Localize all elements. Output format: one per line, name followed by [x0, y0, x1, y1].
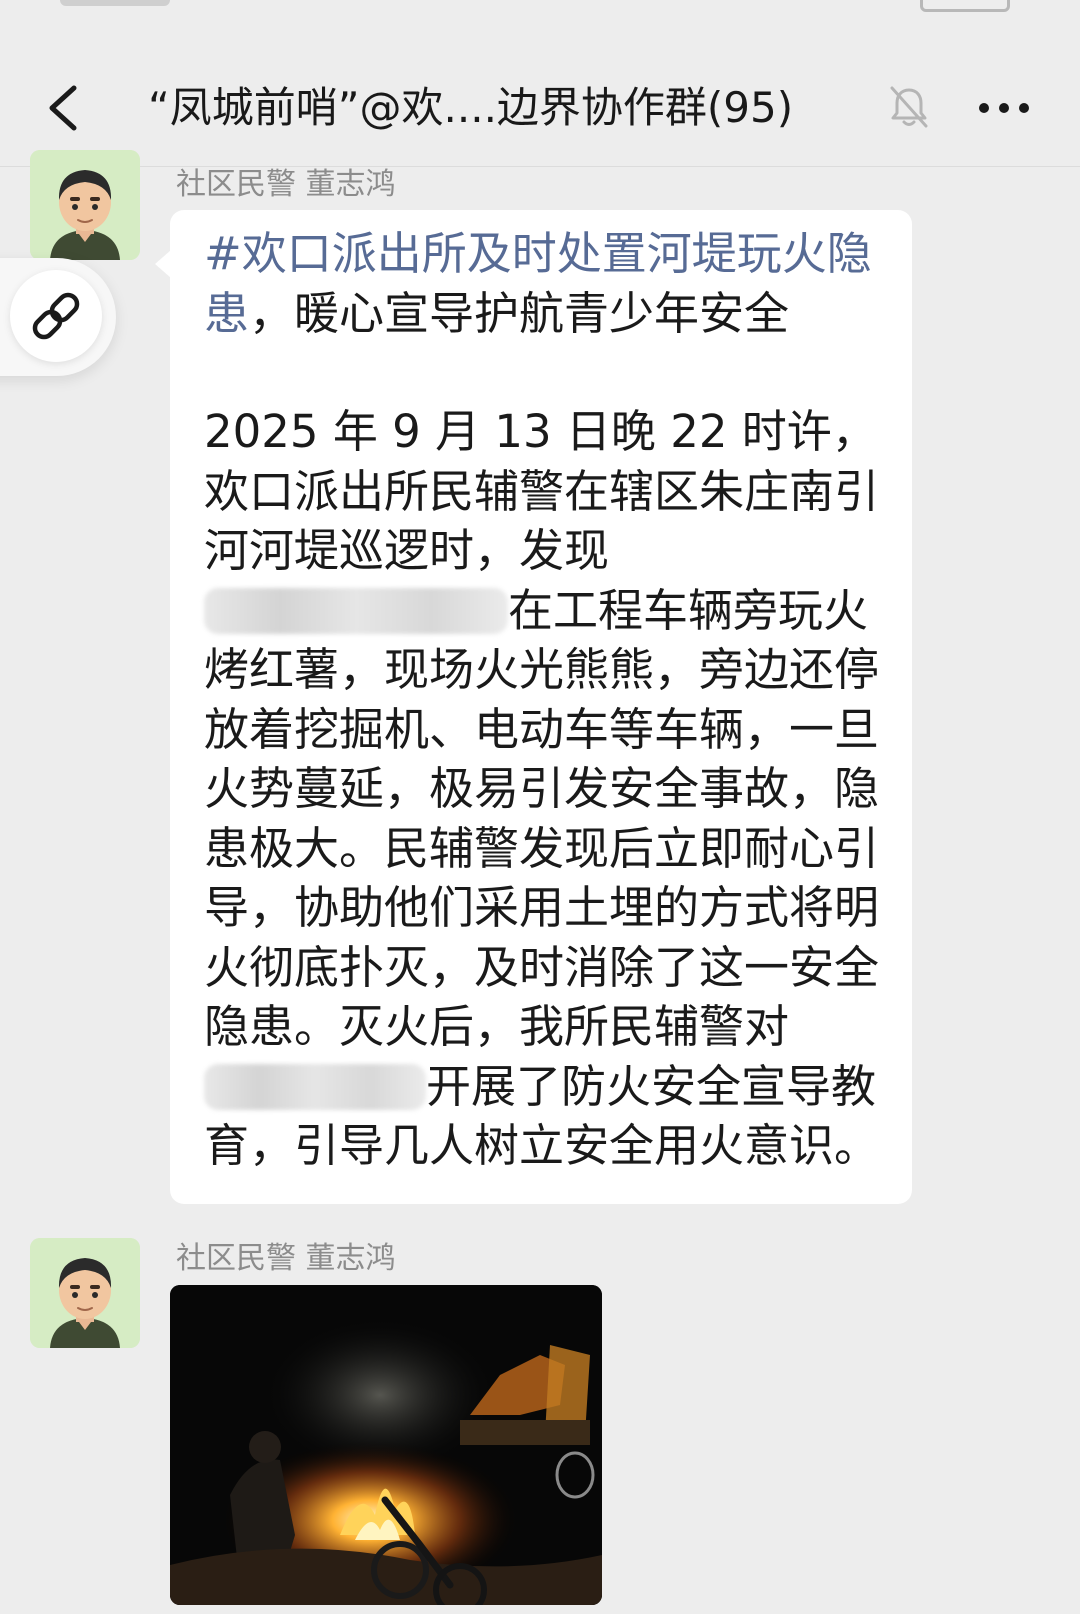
chat-header: “凤城前哨”@欢....边界协作群(95) [0, 62, 1080, 154]
avatar[interactable] [30, 150, 140, 260]
chat-title: “凤城前哨”@欢....边界协作群(95) [148, 83, 794, 132]
sender-name: 社区民警 董志鸿 [176, 167, 396, 202]
police-avatar-icon [30, 150, 140, 260]
battery-icon [920, 0, 1010, 12]
status-bar [0, 0, 1080, 12]
message-bubble[interactable]: #欢口派出所及时处置河堤玩火隐患，暖心宣导护航青少年安全 2025 年 9 月 … [155, 210, 912, 1204]
bell-off-icon [884, 82, 934, 132]
link-icon[interactable] [10, 270, 102, 362]
night-fire-photo [170, 1285, 602, 1605]
blurred-redaction [204, 1063, 426, 1110]
chevron-left-icon[interactable] [40, 80, 96, 136]
police-avatar-icon [30, 1238, 140, 1348]
header-divider [0, 166, 1080, 167]
message-image[interactable] [170, 1285, 602, 1605]
avatar[interactable] [30, 1238, 140, 1348]
message-body-part-1: 2025 年 9 月 13 日晚 22 时许，欢口派出所民辅警在辖区朱庄南引河河… [204, 405, 880, 577]
message-body-part-2: 在工程车辆旁玩火烤红薯，现场火光熊熊，旁边还停放着挖掘机、电动车等车辆，一旦火势… [204, 583, 880, 1054]
sender-name: 社区民警 董志鸿 [176, 1241, 396, 1276]
topic-title-rest: ，暖心宣导护航青少年安全 [249, 286, 790, 340]
blurred-redaction [204, 587, 508, 634]
ellipsis-icon[interactable] [974, 80, 1034, 136]
message-text: #欢口派出所及时处置河堤玩火隐患，暖心宣导护航青少年安全 2025 年 9 月 … [204, 224, 886, 1176]
link-button[interactable] [0, 258, 116, 376]
status-clock-cutoff [60, 0, 170, 6]
